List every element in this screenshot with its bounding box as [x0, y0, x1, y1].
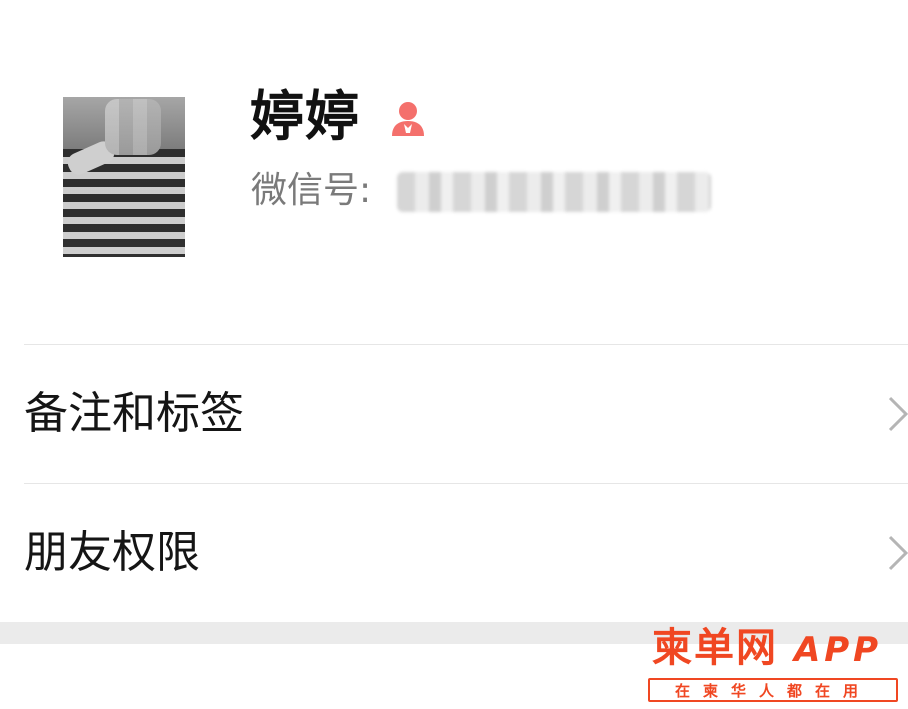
remark-and-tags-row[interactable]: 备注和标签 [0, 345, 908, 483]
watermark-slogan: 在柬华人都在用 [648, 678, 898, 702]
avatar-mosaic [105, 99, 161, 155]
contact-name: 婷婷 [250, 85, 360, 148]
watermark-logo: 柬单网 APP 在柬华人都在用 [648, 623, 904, 707]
profile-header: 婷婷 微信号: [0, 0, 908, 344]
friend-permissions-row[interactable]: 朋友权限 [0, 484, 908, 622]
wechat-id-label: 微信号: [251, 170, 372, 211]
remark-and-tags-label: 备注和标签 [24, 388, 244, 439]
watermark-brand: 柬单网 APP [652, 623, 882, 675]
wechat-id-value[interactable] [397, 172, 711, 212]
chevron-right-icon [888, 396, 908, 432]
wechat-id-row: 微信号: [251, 168, 711, 214]
friend-permissions-label: 朋友权限 [24, 527, 200, 578]
avatar[interactable] [63, 97, 185, 257]
female-icon [392, 102, 424, 136]
watermark-brand-text: 柬单网 [652, 625, 778, 671]
chevron-right-icon [888, 535, 908, 571]
watermark-app-text: APP [793, 630, 883, 670]
